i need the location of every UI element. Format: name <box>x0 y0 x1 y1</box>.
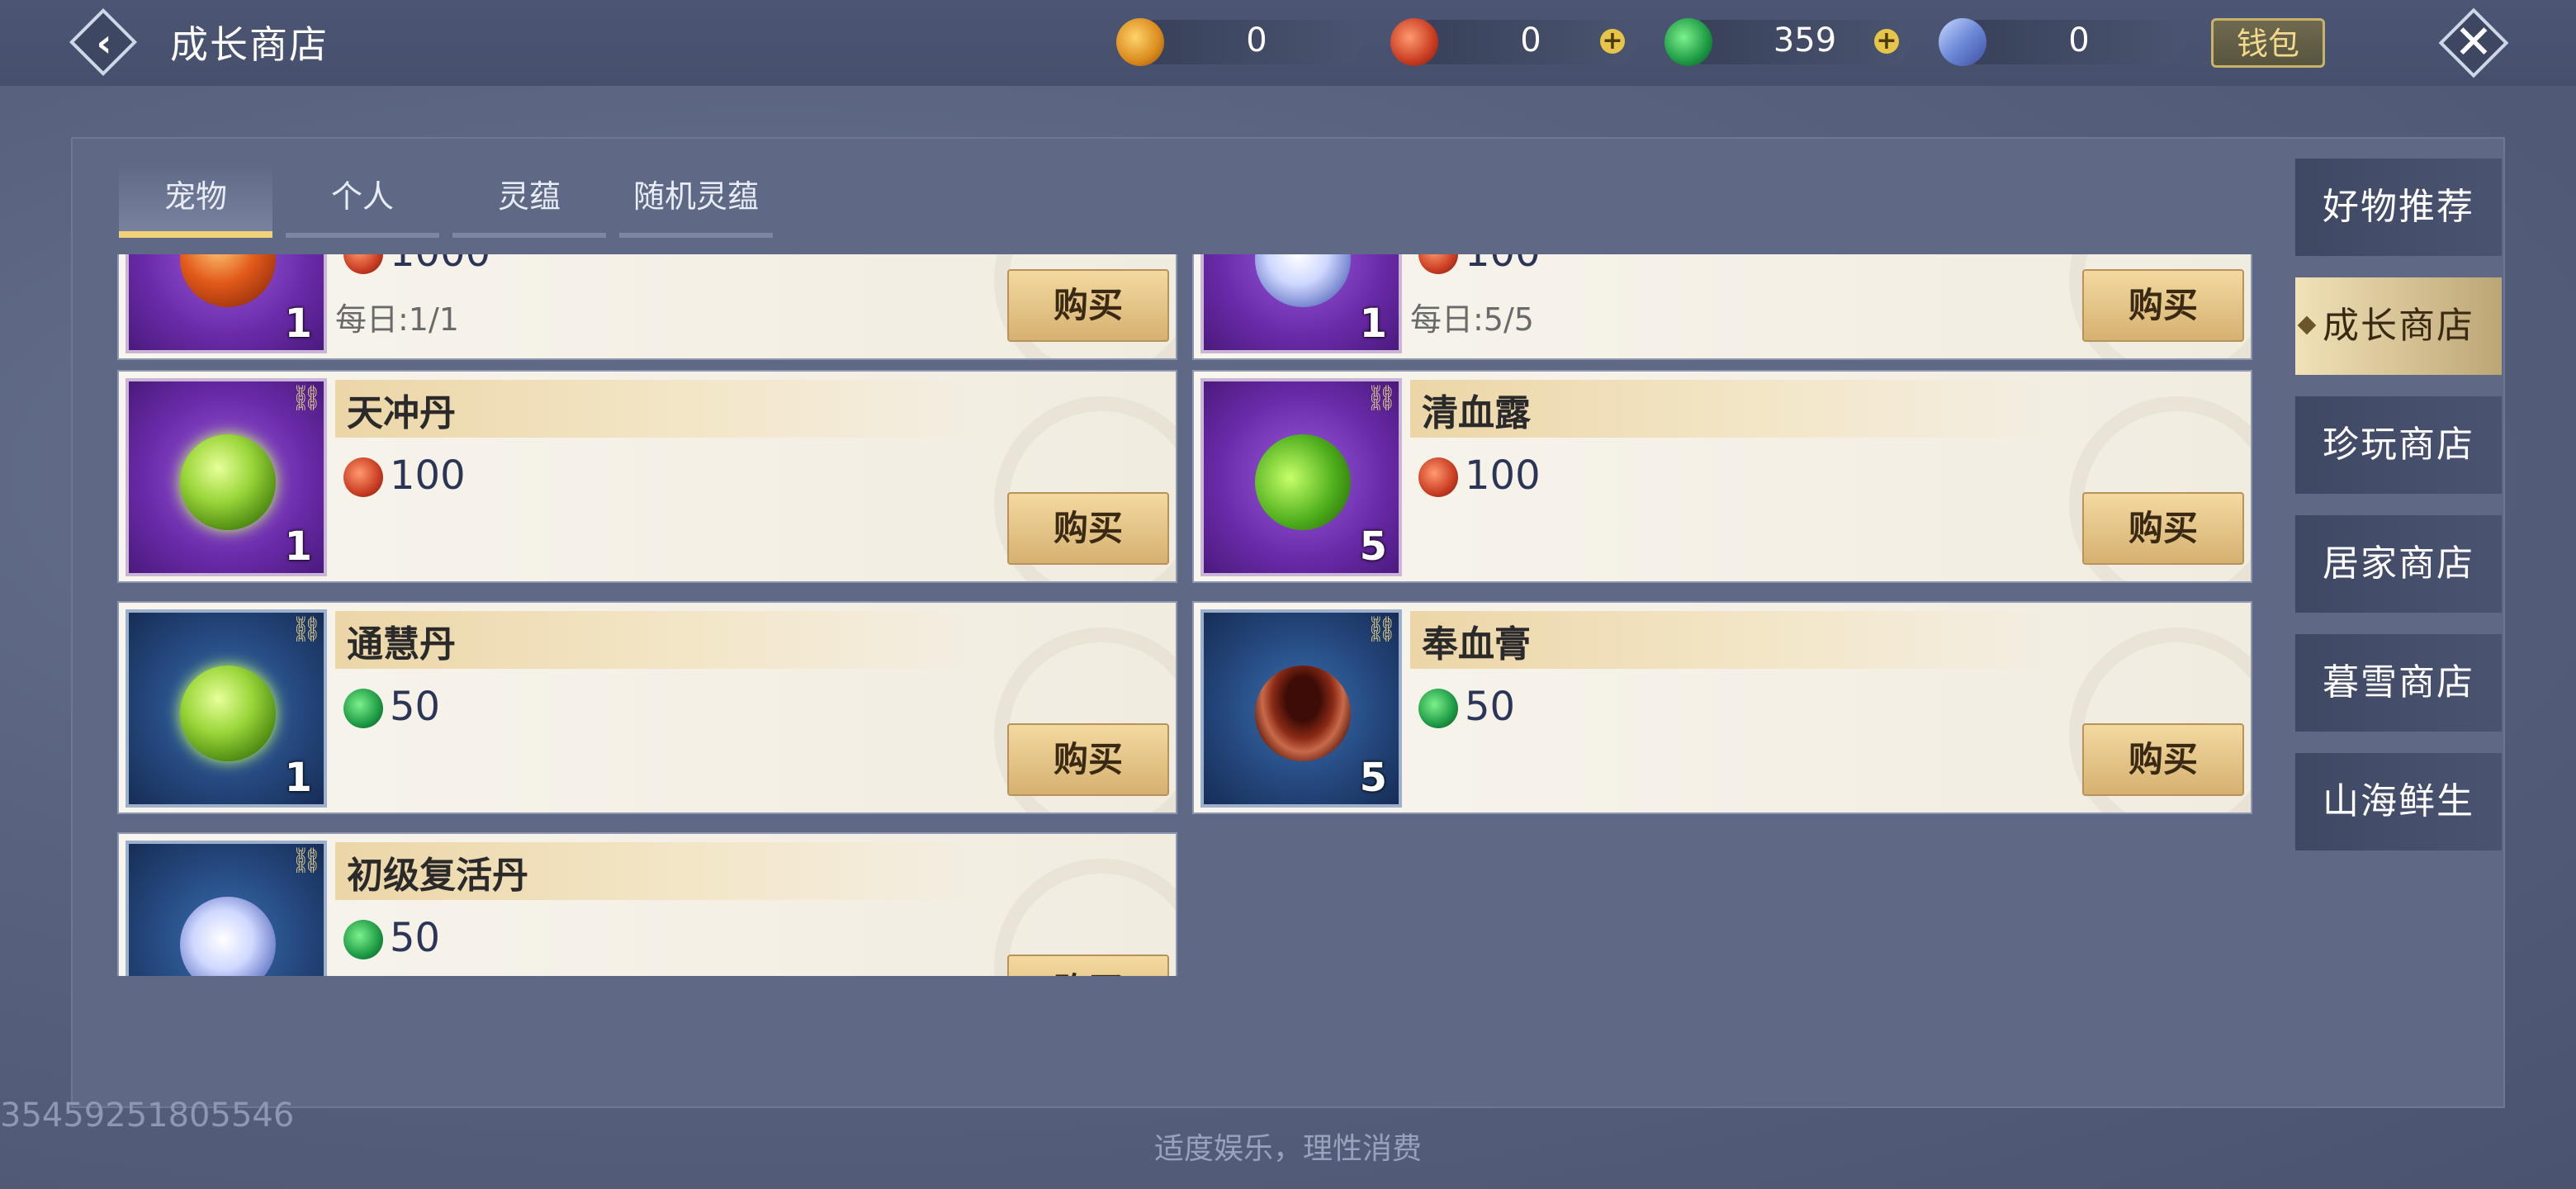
item-card: ⛓ 初级复活丹 50 购买 <box>117 832 1177 976</box>
red-pill-icon <box>180 254 276 307</box>
jade-coin-icon <box>343 689 383 728</box>
item-card: ⛓ 5 奉血膏 50 购买 <box>1192 601 2252 814</box>
menu-item-treasure-shop[interactable]: 珍玩商店 <box>2295 396 2502 494</box>
item-name: 初级复活丹 <box>347 855 528 897</box>
tab-label: 随机灵蕴 <box>632 178 759 215</box>
link-icon: ⛓ <box>1366 615 1398 644</box>
item-quantity: 1 <box>284 301 312 347</box>
leaf-potion-icon <box>1238 418 1367 547</box>
item-icon-frame[interactable]: ⛓ 1 <box>125 378 327 576</box>
item-name: 奉血膏 <box>1422 623 1531 666</box>
item-price: 50 <box>390 915 441 961</box>
link-icon: ⛓ <box>1366 384 1398 413</box>
active-marker-icon <box>2297 315 2317 335</box>
menu-item-growth-shop[interactable]: 成长商店 <box>2295 277 2502 375</box>
item-price: 1000 <box>390 254 490 276</box>
add-currency-button[interactable]: + <box>1874 29 1899 54</box>
jade-coin-icon <box>1418 689 1458 728</box>
item-price: 50 <box>1465 684 1516 730</box>
white-pill-icon <box>1255 254 1351 307</box>
bowl-icon <box>1255 666 1351 761</box>
jade-coin-icon <box>343 920 383 959</box>
currency-value: 359 <box>1773 21 1837 59</box>
currency-value: 0 <box>2068 21 2090 59</box>
page-title: 成长商店 <box>170 22 329 67</box>
item-quantity: 1 <box>284 755 312 801</box>
item-card: ⛓ 5 清血露 100 购买 <box>1192 370 2252 583</box>
item-quantity: 5 <box>1359 523 1387 570</box>
white-pill-icon <box>180 897 276 976</box>
link-icon: ⛓ <box>291 846 323 875</box>
menu-item-muxue-shop[interactable]: 暮雪商店 <box>2295 634 2502 732</box>
green-pill-icon <box>180 434 276 530</box>
item-icon-frame[interactable]: 1 <box>1200 254 1402 353</box>
item-icon-frame[interactable]: 1 <box>125 254 327 353</box>
tab-pet[interactable]: 宠物 <box>119 162 272 238</box>
buy-button[interactable]: 购买 <box>1007 723 1169 796</box>
buy-button[interactable]: 购买 <box>1007 955 1169 976</box>
menu-item-shanhai-fresh[interactable]: 山海鲜生 <box>2295 753 2502 850</box>
menu-item-home-shop[interactable]: 居家商店 <box>2295 515 2502 613</box>
chevron-left-icon: ‹ <box>96 21 112 65</box>
item-card: ⛓ 1 通慧丹 50 购买 <box>117 601 1177 814</box>
red-coin-icon <box>343 457 383 497</box>
jade-coin-icon <box>1664 18 1712 66</box>
wallet-button[interactable]: 钱包 <box>2211 18 2325 68</box>
item-price: 100 <box>1465 452 1541 499</box>
item-icon-frame[interactable]: ⛓ 5 <box>1200 609 1402 808</box>
tab-lingyun[interactable]: 灵蕴 <box>452 162 606 238</box>
tab-label: 灵蕴 <box>497 178 561 215</box>
item-icon-frame[interactable]: ⛓ 5 <box>1200 378 1402 576</box>
item-name: 天冲丹 <box>347 392 456 434</box>
red-coin-icon <box>1418 457 1458 497</box>
item-name: 通慧丹 <box>347 623 456 666</box>
link-icon: ⛓ <box>291 384 323 413</box>
gold-coin-icon <box>1116 18 1164 66</box>
top-bar: ‹ 成长商店 0 0 + 359 + 0 钱包 ✕ <box>0 0 2576 86</box>
daily-limit: 每日:5/5 <box>1410 301 1534 338</box>
add-currency-button[interactable]: + <box>1600 29 1625 54</box>
red-coin-icon <box>343 254 383 274</box>
currency-value: 0 <box>1520 21 1541 59</box>
crystal-icon <box>1939 18 1986 66</box>
item-price: 50 <box>390 684 441 730</box>
buy-button[interactable]: 购买 <box>2082 723 2244 796</box>
daily-limit: 每日:1/1 <box>335 301 459 338</box>
item-price: 100 <box>1465 254 1541 276</box>
item-name: 清血露 <box>1422 392 1531 434</box>
tab-personal[interactable]: 个人 <box>286 162 439 238</box>
item-price: 100 <box>390 452 466 499</box>
back-button[interactable]: ‹ <box>69 7 139 78</box>
tab-underline <box>286 233 439 238</box>
item-grid[interactable]: 1 1000 每日:1/1 购买 1 100 每日:5/5 购买 ⛓ 1 天冲丹… <box>117 254 2252 976</box>
item-card: 1 100 每日:5/5 购买 <box>1192 254 2252 360</box>
footer-notice: 适度娱乐，理性消费 <box>1153 1132 1422 1166</box>
item-quantity: 1 <box>284 523 312 570</box>
tab-label: 个人 <box>330 178 394 215</box>
red-coin-icon <box>1390 18 1438 66</box>
buy-button[interactable]: 购买 <box>2082 269 2244 342</box>
item-icon-frame[interactable]: ⛓ 1 <box>125 609 327 808</box>
menu-item-recommend[interactable]: 好物推荐 <box>2295 159 2502 256</box>
buy-button[interactable]: 购买 <box>1007 492 1169 565</box>
item-quantity: 1 <box>1359 301 1387 347</box>
green-pill-icon <box>180 666 276 761</box>
item-card: ⛓ 1 天冲丹 100 购买 <box>117 370 1177 583</box>
tab-underline <box>619 233 773 238</box>
item-icon-frame[interactable]: ⛓ <box>125 841 327 976</box>
tab-underline <box>119 231 272 238</box>
menu-item-label: 成长商店 <box>2323 305 2474 347</box>
close-icon: ✕ <box>2454 16 2493 69</box>
item-card: 1 1000 每日:1/1 购买 <box>117 254 1177 360</box>
red-coin-icon <box>1418 254 1458 274</box>
link-icon: ⛓ <box>291 615 323 644</box>
buy-button[interactable]: 购买 <box>2082 492 2244 565</box>
currency-value: 0 <box>1246 21 1267 59</box>
close-button[interactable]: ✕ <box>2437 7 2510 79</box>
tab-underline <box>452 233 606 238</box>
tab-label: 宠物 <box>163 178 227 215</box>
item-quantity: 5 <box>1359 755 1387 801</box>
tab-random-lingyun[interactable]: 随机灵蕴 <box>619 162 773 238</box>
buy-button[interactable]: 购买 <box>1007 269 1169 342</box>
